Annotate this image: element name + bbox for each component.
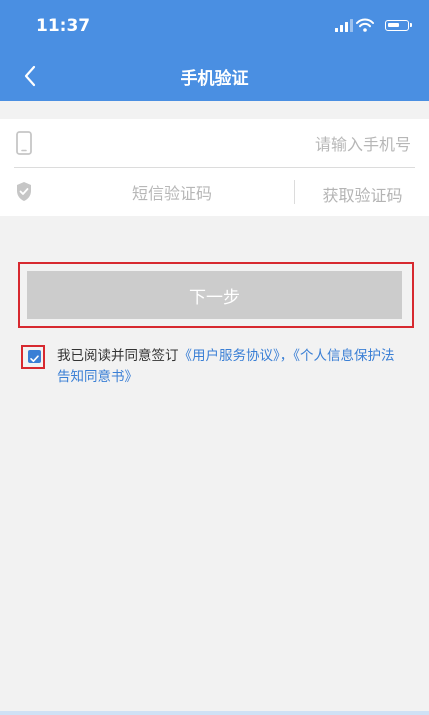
header: 11:37 手机验证: [0, 0, 429, 101]
battery-icon: [385, 20, 412, 31]
sms-code-input[interactable]: [50, 178, 294, 208]
agreement-separator: ，: [279, 348, 294, 364]
phone-input[interactable]: [50, 129, 413, 159]
signal-icon: [335, 19, 353, 32]
agreement-text: 我已阅读并同意签订《用户服务协议》，《个人信息保护法告知同意书》: [57, 346, 395, 388]
get-code-button[interactable]: 获取验证码: [296, 182, 429, 206]
wifi-icon: [356, 18, 374, 32]
bottom-strip: [0, 711, 429, 715]
verification-form: 获取验证码: [0, 119, 429, 216]
phone-row: [0, 119, 429, 168]
agree-checkbox[interactable]: [28, 350, 41, 363]
shield-check-icon: [17, 182, 31, 201]
phone-icon: [16, 131, 32, 155]
user-service-agreement-link[interactable]: 《用户服务协议》: [179, 348, 280, 364]
next-button[interactable]: 下一步: [27, 271, 402, 319]
vertical-divider: [294, 180, 295, 204]
agreement-prefix: 我已阅读并同意签订: [57, 348, 179, 364]
page-title: 手机验证: [180, 69, 249, 89]
check-icon: [30, 355, 39, 362]
status-time: 11:37: [36, 16, 91, 36]
code-row: 获取验证码: [0, 168, 429, 216]
